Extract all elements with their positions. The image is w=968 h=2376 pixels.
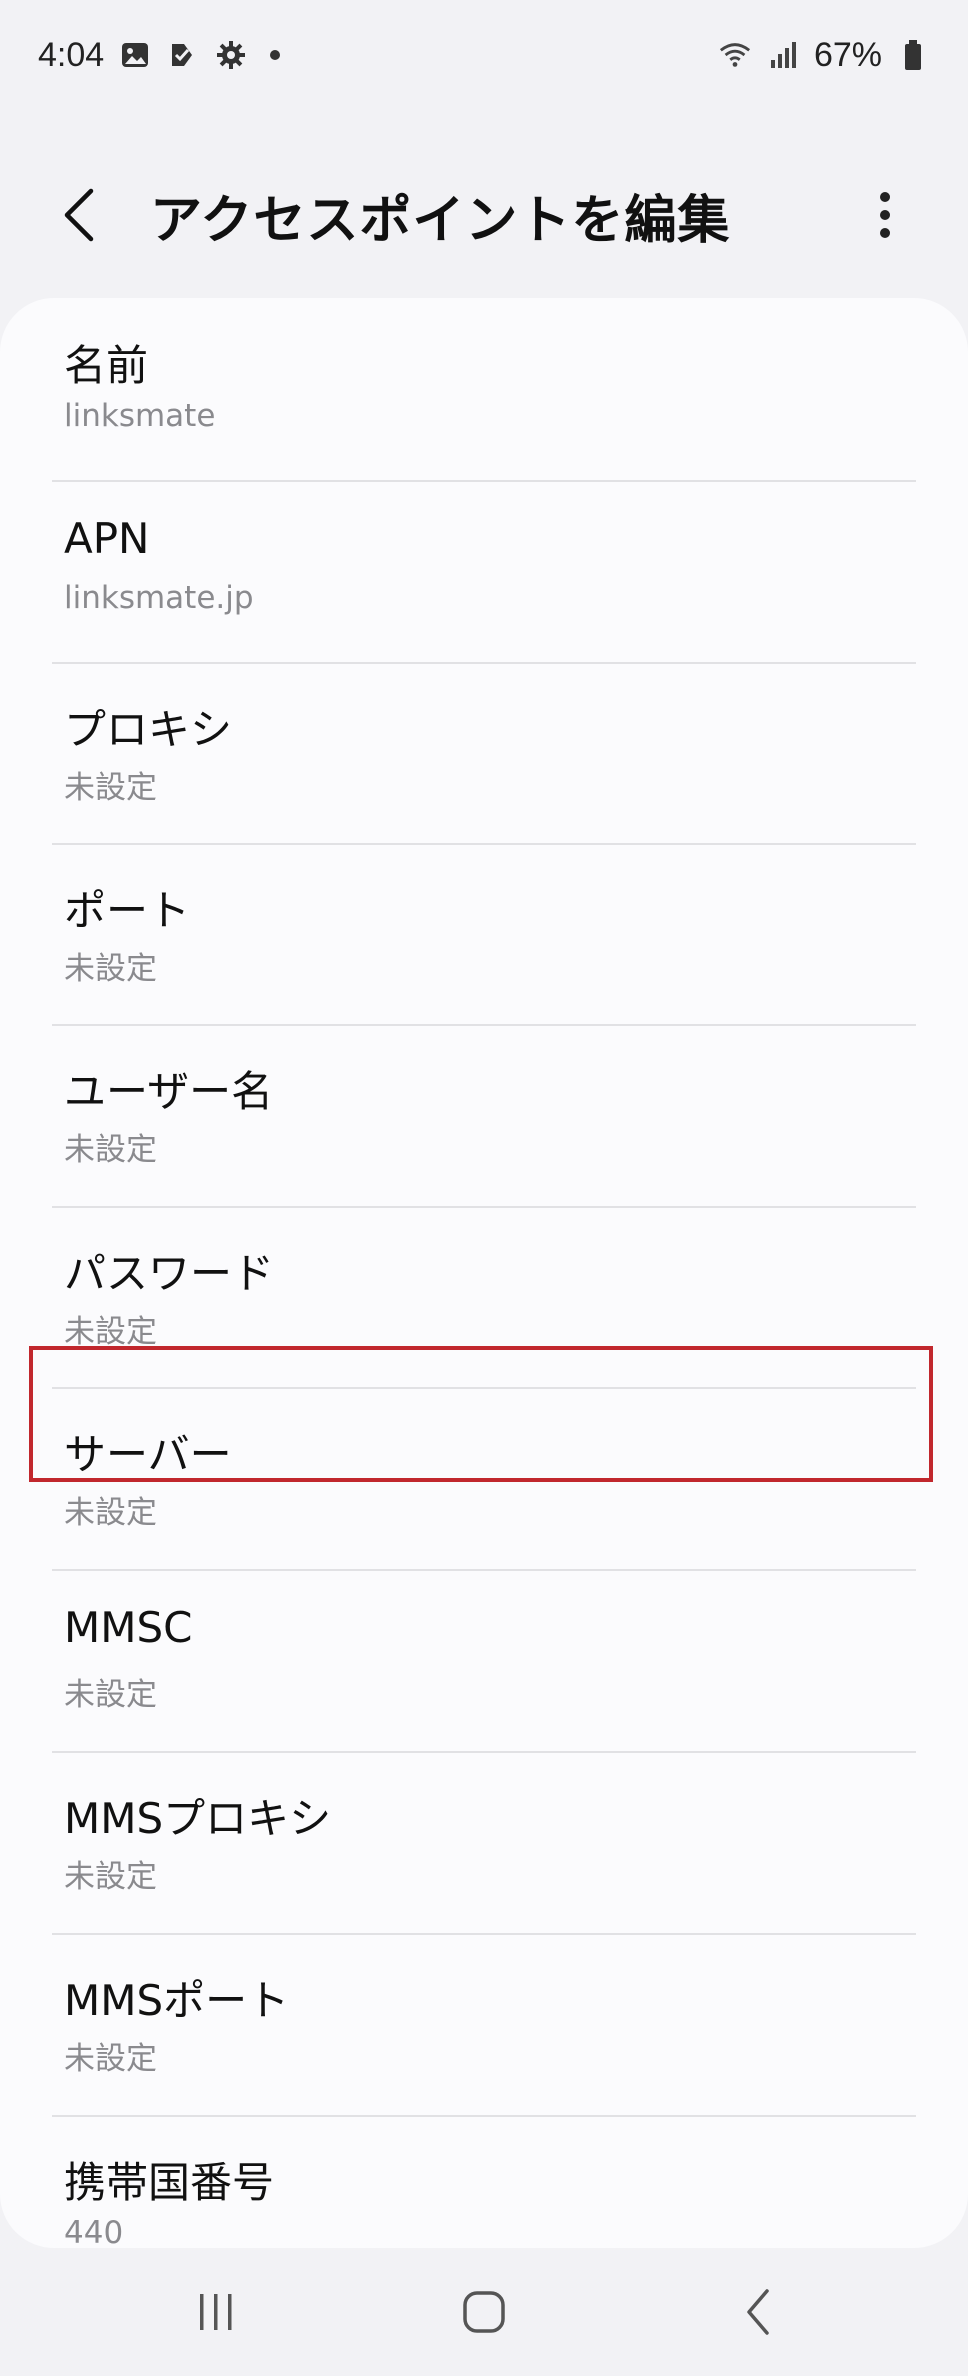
- setting-value: 未設定: [64, 1314, 157, 1350]
- status-right: 67%: [718, 36, 930, 75]
- setting-value: linksmate.jp: [64, 580, 254, 616]
- setting-label: ユーザー名: [64, 1067, 274, 1116]
- setting-label: MMSプロキシ: [64, 1794, 332, 1843]
- status-bar: 4:04 67%: [0, 0, 968, 110]
- setting-value: 未設定: [64, 1495, 157, 1531]
- battery-icon: [896, 38, 930, 72]
- gear-icon: [214, 38, 248, 72]
- setting-mms-port[interactable]: MMSポート 未設定: [52, 1933, 916, 2113]
- setting-proxy[interactable]: プロキシ 未設定: [52, 662, 916, 842]
- back-button[interactable]: [34, 170, 124, 260]
- setting-value: 未設定: [64, 1677, 157, 1713]
- status-left: 4:04: [38, 35, 281, 75]
- setting-value: 未設定: [64, 770, 157, 806]
- check-flag-icon: [166, 38, 200, 72]
- signal-icon: [766, 38, 800, 72]
- home-button[interactable]: [444, 2272, 524, 2352]
- highlight-box: [29, 1346, 933, 1482]
- page-title: アクセスポイントを編集: [150, 190, 731, 251]
- setting-label: MMSポート: [64, 1976, 290, 2025]
- setting-value: 未設定: [64, 1859, 157, 1895]
- recent-apps-icon: [200, 2294, 232, 2330]
- setting-value: linksmate: [64, 398, 216, 434]
- nav-back-button[interactable]: [718, 2272, 798, 2352]
- setting-value: 未設定: [64, 951, 157, 987]
- setting-mmsc[interactable]: MMSC 未設定: [52, 1569, 916, 1749]
- setting-label: APN: [64, 514, 150, 563]
- recent-apps-button[interactable]: [176, 2272, 256, 2352]
- setting-label: 携帯国番号: [64, 2158, 275, 2207]
- setting-apn[interactable]: APN linksmate.jp: [52, 480, 916, 660]
- setting-name[interactable]: 名前 linksmate: [52, 298, 916, 478]
- navigation-bar: [0, 2248, 968, 2376]
- app-bar: アクセスポイントを編集: [0, 160, 968, 270]
- settings-list: 名前 linksmate APN linksmate.jp プロキシ 未設定 ポ…: [0, 298, 968, 2248]
- setting-mcc[interactable]: 携帯国番号 440: [52, 2115, 916, 2248]
- setting-label: MMSC: [64, 1603, 193, 1652]
- home-icon: [463, 2291, 505, 2333]
- wifi-icon: [718, 38, 752, 72]
- more-vertical-icon: [880, 192, 890, 238]
- gallery-icon: [118, 38, 152, 72]
- setting-label: ポート: [64, 886, 191, 935]
- status-time: 4:04: [38, 35, 105, 74]
- setting-port[interactable]: ポート 未設定: [52, 843, 916, 1023]
- setting-username[interactable]: ユーザー名 未設定: [52, 1024, 916, 1204]
- setting-label: 名前: [64, 341, 149, 390]
- dot-icon: [270, 50, 281, 60]
- setting-label: パスワード: [64, 1249, 275, 1298]
- setting-value: 未設定: [64, 1132, 157, 1168]
- chevron-left-icon: [64, 188, 94, 242]
- setting-value: 440: [64, 2215, 124, 2248]
- battery-percent: 67%: [813, 35, 882, 74]
- setting-value: 未設定: [64, 2041, 157, 2077]
- setting-mms-proxy[interactable]: MMSプロキシ 未設定: [52, 1751, 916, 1931]
- back-icon: [747, 2289, 769, 2335]
- more-options-button[interactable]: [850, 170, 920, 260]
- setting-label: プロキシ: [64, 705, 233, 754]
